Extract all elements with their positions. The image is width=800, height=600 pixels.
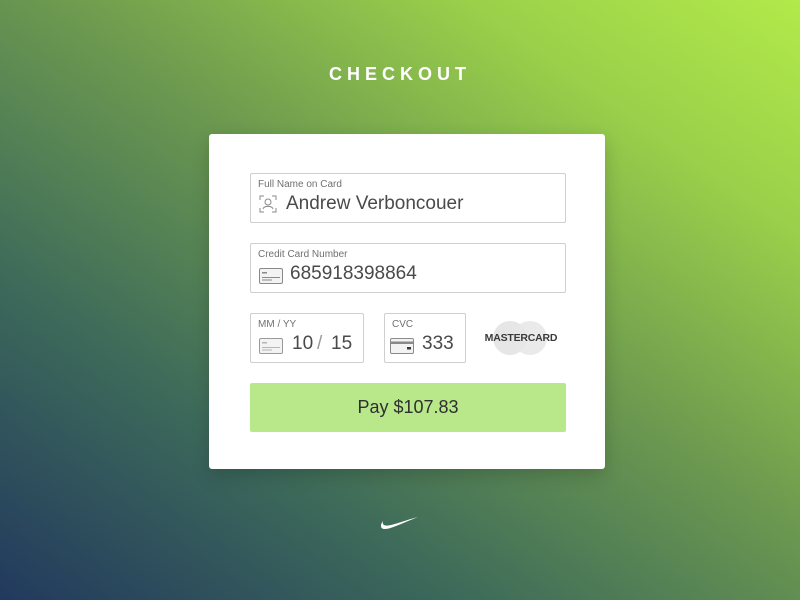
expiry-separator: / bbox=[317, 333, 323, 354]
card-number-field[interactable]: Credit Card Number 685918398864 bbox=[250, 243, 566, 293]
credit-card-icon bbox=[259, 268, 283, 284]
expiry-year-input[interactable]: 15 bbox=[331, 333, 352, 355]
card-back-icon bbox=[390, 338, 414, 354]
card-outline-icon bbox=[259, 338, 283, 354]
cvc-field[interactable]: CVC 333 bbox=[384, 313, 466, 363]
card-number-label: Credit Card Number bbox=[258, 249, 348, 260]
card-number-input[interactable]: 685918398864 bbox=[290, 263, 417, 285]
cvc-input[interactable]: 333 bbox=[422, 333, 454, 355]
expiry-label: MM / YY bbox=[258, 319, 297, 330]
swoosh-icon bbox=[379, 515, 419, 536]
card-brand-label: MASTERCARD bbox=[484, 332, 558, 344]
name-on-card-field[interactable]: Full Name on Card Andrew Verboncouer bbox=[250, 173, 566, 223]
pay-button[interactable]: Pay $107.83 bbox=[250, 383, 566, 432]
expiry-field[interactable]: MM / YY 10 / 15 bbox=[250, 313, 364, 363]
page-title: CHECKOUT bbox=[329, 64, 471, 84]
card-brand-badge: MASTERCARD bbox=[483, 321, 559, 355]
checkout-card: Full Name on Card Andrew Verboncouer Cre… bbox=[209, 134, 605, 469]
person-scan-icon bbox=[259, 195, 277, 213]
name-on-card-input[interactable]: Andrew Verboncouer bbox=[286, 193, 463, 215]
name-on-card-label: Full Name on Card bbox=[258, 179, 342, 190]
cvc-label: CVC bbox=[392, 319, 414, 330]
expiry-month-input[interactable]: 10 bbox=[292, 333, 313, 355]
